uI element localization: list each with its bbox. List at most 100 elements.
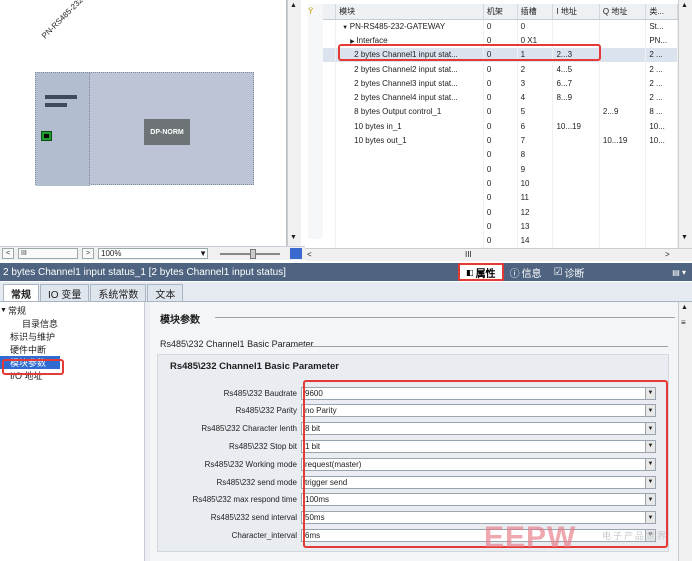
column-header[interactable] (323, 4, 337, 20)
overview-icon[interactable] (290, 248, 302, 259)
zoom-slider[interactable] (220, 248, 280, 259)
tab-properties[interactable]: ◧ 属性 (458, 263, 504, 281)
device-view-vscrollbar[interactable]: ▲ ▼ (287, 0, 301, 246)
i-address-cell (552, 147, 600, 162)
column-header[interactable]: 模块 (335, 4, 484, 20)
window-controls-icon[interactable]: ▤ ▾ (672, 268, 686, 277)
module-cell: ▼ PN-RS485-232-GATEWAY (335, 19, 484, 34)
row-icon (323, 19, 337, 34)
table-row[interactable]: 0 12 (323, 204, 678, 220)
q-address-cell (599, 147, 647, 162)
table-row[interactable]: 2 bytes Channel2 input stat... 0 2 4...5 2 .… (323, 61, 678, 77)
slot-cell: 7 (517, 133, 554, 148)
parameter-label: Rs485\232 send interval (210, 513, 297, 523)
column-header[interactable]: Q 地址 (599, 4, 647, 20)
table-row[interactable]: 0 10 (323, 176, 678, 191)
table-hscrollbar[interactable]: < III > (305, 248, 692, 261)
scroll-left-icon[interactable]: < (307, 250, 312, 259)
module-cell: 2 bytes Channel4 input stat... (335, 90, 484, 105)
dp-norm-module[interactable]: DP-NORM (144, 119, 190, 145)
scroll-thumb[interactable]: ≡ (681, 318, 686, 327)
hscroll-thumb[interactable]: III (18, 248, 78, 259)
device-view-toolbar: < III > 100% ▼ (0, 246, 305, 260)
table-vscrollbar[interactable]: ▲ ▼ (678, 0, 692, 248)
column-header[interactable]: 插槽 (517, 4, 554, 20)
table-row[interactable]: ▼ PN-RS485-232-GATEWAY 0 0 St... (323, 19, 678, 34)
scroll-down-icon[interactable]: ▼ (290, 234, 297, 241)
table-row[interactable]: 08 (323, 147, 678, 162)
type-cell (645, 176, 678, 191)
scroll-up-icon[interactable]: ▲ (681, 304, 688, 311)
row-icon (323, 147, 337, 162)
tab-info[interactable]: ⓘ 信息 (504, 264, 548, 280)
scroll-down-icon[interactable]: ▼ (681, 234, 688, 241)
device-module-block[interactable]: DP-NORM (35, 72, 254, 186)
table-row[interactable]: 0 14 (323, 233, 678, 248)
table-row[interactable]: 0 11 (323, 190, 678, 205)
table-row[interactable]: 0 13 (323, 219, 678, 234)
column-header[interactable]: I 地址 (552, 4, 600, 20)
device-view-canvas[interactable]: PN-RS485-232-GA... DP-NORM (0, 0, 287, 246)
slot-cell: 10 (517, 176, 554, 191)
tab-diagnostics[interactable]: ☑ 诊断 (548, 264, 591, 280)
rack-cell: 0 (483, 90, 518, 105)
tab-texts[interactable]: 文本 (147, 284, 184, 301)
q-address-cell (599, 176, 647, 191)
inspector-title: 2 bytes Channel1 input status_1 [2 bytes… (3, 266, 286, 278)
nav-item-general[interactable]: ▼ 常规 (0, 304, 144, 317)
scroll-right-icon[interactable]: > (665, 250, 670, 259)
row-icon (323, 61, 337, 77)
parameter-panel-title: Rs485\232 Channel1 Basic Parameter (170, 361, 339, 372)
tab-io-tags[interactable]: IO 变量 (40, 284, 90, 301)
zoom-select[interactable]: 100% ▼ (98, 248, 208, 259)
scroll-left-button[interactable]: < (2, 248, 14, 259)
table-row[interactable]: 10 bytes in_1 0 6 10...19 10... (323, 119, 678, 134)
row-icon (323, 190, 337, 205)
table-header-row: 模块 机架 插槽 I 地址 Q 地址 类... (323, 4, 678, 20)
slot-cell: 13 (517, 219, 554, 234)
column-header[interactable]: 类... (645, 4, 678, 20)
type-cell: 10... (645, 119, 678, 134)
table-row[interactable]: 09 (323, 161, 678, 177)
zoom-slider-handle[interactable] (250, 248, 256, 259)
column-header[interactable]: 机架 (483, 4, 518, 20)
nav-item-identification[interactable]: 标识与维护 (0, 330, 144, 343)
table-row[interactable]: 2 bytes Channel4 input stat... 0 4 8...9 2 .… (323, 90, 678, 105)
collapse-icon[interactable]: ▼ (342, 25, 350, 31)
q-address-cell (599, 76, 647, 91)
parameter-label: Rs485\232 send mode (216, 477, 298, 487)
expand-icon[interactable]: ▼ (0, 307, 7, 314)
tab-general[interactable]: 常规 (3, 284, 39, 301)
table-row[interactable]: 8 bytes Output control_1 0 5 2...9 8 ... (323, 104, 678, 120)
i-address-cell (552, 161, 600, 177)
highlight-box (2, 359, 64, 375)
i-address-cell: 4...5 (552, 61, 600, 77)
slot-cell: 8 (517, 147, 554, 162)
nav-item-hardware-interrupt[interactable]: 硬件中断 (0, 343, 144, 356)
content-vscrollbar[interactable]: ▲ ≡ (678, 302, 692, 561)
hscroll-thumb[interactable]: III (465, 250, 472, 259)
table-row[interactable]: 2 bytes Channel3 input stat... 0 3 6...7 2 .… (323, 76, 678, 91)
type-cell: 2 ... (645, 76, 678, 91)
q-address-cell (599, 233, 647, 248)
properties-icon: ◧ (466, 267, 474, 277)
type-cell: 2 ... (645, 47, 678, 62)
scroll-up-icon[interactable]: ▲ (681, 2, 688, 9)
i-address-cell (552, 204, 600, 220)
watermark-logo: EEPW (484, 521, 577, 554)
device-head-module[interactable] (36, 73, 90, 186)
status-bar-icon (45, 103, 67, 107)
tab-system-constants[interactable]: 系统常数 (90, 284, 147, 301)
row-icon (323, 119, 337, 134)
type-cell (645, 204, 678, 220)
table-row[interactable]: 10 bytes out_1 0 7 10...19 10... (323, 133, 678, 148)
port-connector-icon[interactable] (41, 131, 52, 141)
row-icon (323, 133, 337, 148)
info-icon: ⓘ (509, 268, 520, 280)
q-address-cell (599, 204, 647, 220)
module-cell: 2 bytes Channel3 input stat... (335, 76, 484, 91)
scroll-right-button[interactable]: > (82, 248, 94, 259)
scroll-up-icon[interactable]: ▲ (290, 2, 297, 9)
nav-item-catalog[interactable]: 目录信息 (0, 317, 144, 330)
filter-icon[interactable]: Ÿ (308, 7, 323, 16)
